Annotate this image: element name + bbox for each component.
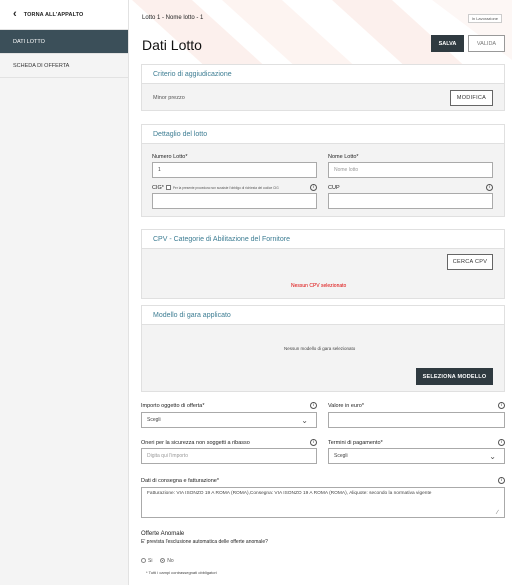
cpv-empty-message: Nessun CPV selezionato	[291, 283, 347, 289]
radio-si[interactable]	[141, 558, 146, 564]
dettaglio-section: Dettaglio del lotto Numero Lotto* 1 Nome…	[141, 124, 505, 217]
sidebar: ‹ TORNA ALL'APPALTO DATI LOTTO SCHEDA DI…	[0, 0, 129, 585]
cup-input[interactable]	[328, 193, 493, 209]
save-button[interactable]: SALVA	[431, 35, 464, 52]
cig-input[interactable]	[152, 193, 317, 209]
anomale-radio-group: Si No	[141, 558, 174, 564]
info-icon[interactable]: i	[498, 402, 505, 409]
numero-lotto-value: 1	[158, 167, 161, 173]
nome-lotto-input[interactable]: Nome lotto	[328, 162, 493, 178]
numero-lotto-label: Numero Lotto*	[152, 154, 188, 160]
seleziona-modello-button[interactable]: SELEZIONA MODELLO	[416, 368, 493, 385]
importo-value: Scegli	[147, 417, 161, 423]
cpv-section: CPV - Categorie di Abilitazione del Forn…	[141, 229, 505, 299]
valore-input[interactable]	[328, 412, 505, 428]
info-icon[interactable]: i	[310, 439, 317, 446]
dettaglio-title: Dettaglio del lotto	[142, 125, 504, 144]
breadcrumb: Lotto 1 - Nome lotto - 1	[142, 15, 204, 21]
modifica-button[interactable]: MODIFICA	[450, 90, 493, 106]
sidebar-item-label: DATI LOTTO	[13, 38, 45, 45]
oneri-label: Oneri per la sicurezza non soggetti a ri…	[141, 440, 250, 446]
cig-note: Per la presente procedura non sussiste l…	[172, 186, 279, 190]
info-icon[interactable]: i	[310, 402, 317, 409]
valore-label: Valore in euro*	[328, 403, 364, 409]
numero-lotto-input[interactable]: 1	[152, 162, 317, 178]
cig-label-row: CIG* Per la presente procedura non sussis…	[152, 185, 279, 191]
modello-empty-message: Nessun modello di gara selezionato	[284, 346, 356, 351]
radio-no[interactable]	[160, 558, 166, 564]
modello-title: Modello di gara applicato	[142, 306, 504, 325]
cup-label: CUP	[328, 185, 340, 191]
criterio-section: Criterio di aggiudicazione Minor prezzo …	[141, 64, 505, 111]
info-icon[interactable]: i	[486, 184, 493, 191]
criterio-title: Criterio di aggiudicazione	[142, 65, 504, 84]
consegna-label: Dati di consegna e fatturazione*	[141, 478, 219, 484]
valida-button[interactable]: VALIDA	[468, 35, 505, 52]
termini-select[interactable]: Scegli ⌄	[328, 448, 505, 464]
consegna-value: Fatturazione: VIA ISONZO 19 A ROMA (ROMA…	[147, 491, 432, 496]
page-title: Dati Lotto	[142, 37, 202, 53]
back-to-appalto-link[interactable]: ‹ TORNA ALL'APPALTO	[0, 0, 128, 30]
radio-si-label: Si	[148, 558, 153, 564]
oneri-placeholder: Digita qui l'importo	[147, 453, 188, 459]
chevron-left-icon: ‹	[13, 8, 17, 20]
back-label: TORNA ALL'APPALTO	[23, 11, 84, 18]
nome-lotto-placeholder: Nome lotto	[334, 167, 359, 173]
anomale-title: Offerte Anomale	[141, 531, 185, 537]
anomale-question: E' prevista l'esclusione automatica dell…	[141, 539, 268, 545]
sidebar-item-dati-lotto[interactable]: DATI LOTTO	[0, 30, 128, 54]
importo-select[interactable]: Scegli ⌄	[141, 412, 317, 428]
resize-handle-icon[interactable]: ∕	[497, 510, 498, 516]
main-content: Lotto 1 - Nome lotto - 1 In Lavorazione …	[130, 0, 512, 585]
nome-lotto-label: Nome Lotto*	[328, 154, 359, 160]
radio-no-label: No	[167, 558, 174, 564]
importo-label: Importo oggetto di offerta*	[141, 403, 205, 409]
chevron-down-icon: ⌄	[301, 416, 308, 425]
criterio-value: Minor prezzo	[153, 95, 185, 101]
oneri-input[interactable]: Digita qui l'importo	[141, 448, 317, 464]
sidebar-item-label: SCHEDA DI OFFERTA	[13, 62, 70, 69]
info-icon[interactable]: i	[498, 439, 505, 446]
sidebar-item-scheda-offerta[interactable]: SCHEDA DI OFFERTA	[0, 54, 128, 78]
status-badge: In Lavorazione	[467, 14, 502, 23]
chevron-down-icon: ⌄	[489, 452, 496, 461]
info-icon[interactable]: i	[498, 477, 505, 484]
cerca-cpv-button[interactable]: CERCA CPV	[447, 254, 493, 270]
cig-label: CIG*	[152, 185, 164, 191]
termini-value: Scegli	[334, 453, 348, 459]
info-icon[interactable]: i	[310, 184, 317, 191]
consegna-textarea[interactable]: Fatturazione: VIA ISONZO 19 A ROMA (ROMA…	[141, 487, 505, 518]
cpv-title: CPV - Categorie di Abilitazione del Forn…	[142, 230, 504, 249]
required-footnote: * Tutti i campi contrassegnati obbligato…	[146, 570, 217, 575]
modello-section: Modello di gara applicato Nessun modello…	[141, 305, 505, 392]
cig-not-required-checkbox[interactable]	[165, 185, 171, 191]
termini-label: Termini di pagamento*	[328, 440, 383, 446]
